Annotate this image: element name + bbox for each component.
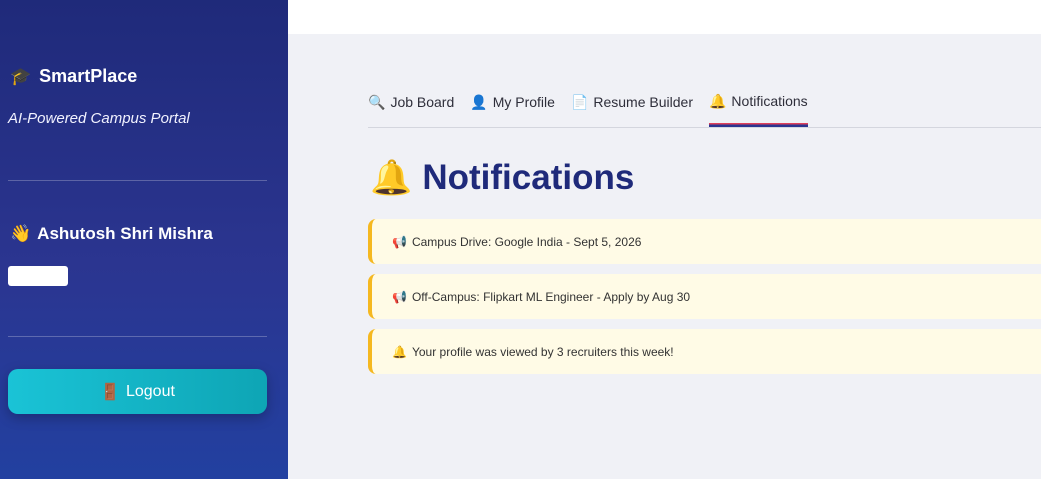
tab-label: Notifications [731, 93, 808, 109]
wave-icon: 👋 [10, 224, 32, 243]
logout-button[interactable]: 🚪 Logout [8, 369, 267, 414]
tab-label: Job Board [390, 94, 455, 110]
logout-label: Logout [125, 382, 175, 400]
page-title: 🔔 Notifications [370, 158, 634, 198]
graduation-cap-icon: 🎓 [10, 66, 32, 86]
brand-tagline: AI-Powered Campus Portal [8, 110, 190, 127]
tab-label: My Profile [492, 94, 555, 110]
tab-my-profile[interactable]: 👤 My Profile [470, 86, 555, 126]
sidebar-divider [8, 180, 267, 181]
notification-item: 📢 Off-Campus: Flipkart ML Engineer - App… [368, 274, 1041, 319]
document-icon: 📄 [570, 93, 589, 110]
brand-name: SmartPlace [39, 66, 138, 86]
search-icon: 🔍 [368, 93, 386, 110]
tab-resume-builder[interactable]: 📄 Resume Builder [571, 86, 693, 126]
notification-item: 🔔 Your profile was viewed by 3 recruiter… [368, 329, 1041, 374]
user-icon: 👤 [470, 93, 488, 110]
bell-icon: 🔔 [370, 159, 413, 197]
megaphone-icon: 📢 [392, 234, 407, 249]
door-icon: 🚪 [100, 383, 120, 401]
role-badge [8, 266, 68, 286]
notification-text: Off-Campus: Flipkart ML Engineer - Apply… [411, 289, 691, 304]
notification-item: 📢 Campus Drive: Google India - Sept 5, 2… [368, 219, 1041, 264]
bell-icon: 🔔 [392, 344, 407, 359]
bell-icon: 🔔 [708, 92, 727, 109]
tab-job-board[interactable]: 🔍 Job Board [368, 86, 454, 126]
user-greeting: 👋 Ashutosh Shri Mishra [10, 224, 213, 244]
tab-bar: 🔍 Job Board 👤 My Profile 📄 Resume Builde… [368, 86, 1041, 128]
user-name: Ashutosh Shri Mishra [37, 224, 213, 243]
notification-text: Campus Drive: Google India - Sept 5, 202… [411, 234, 642, 249]
notification-text: Your profile was viewed by 3 recruiters … [411, 344, 674, 359]
megaphone-icon: 📢 [392, 289, 407, 304]
sidebar: 🎓 SmartPlace AI-Powered Campus Portal 👋 … [0, 0, 288, 479]
brand: 🎓 SmartPlace [10, 66, 137, 87]
top-bar [288, 0, 1041, 34]
tab-label: Resume Builder [593, 94, 693, 110]
tab-notifications[interactable]: 🔔 Notifications [708, 86, 808, 127]
sidebar-divider [8, 336, 267, 337]
page-title-text: Notifications [422, 158, 635, 197]
